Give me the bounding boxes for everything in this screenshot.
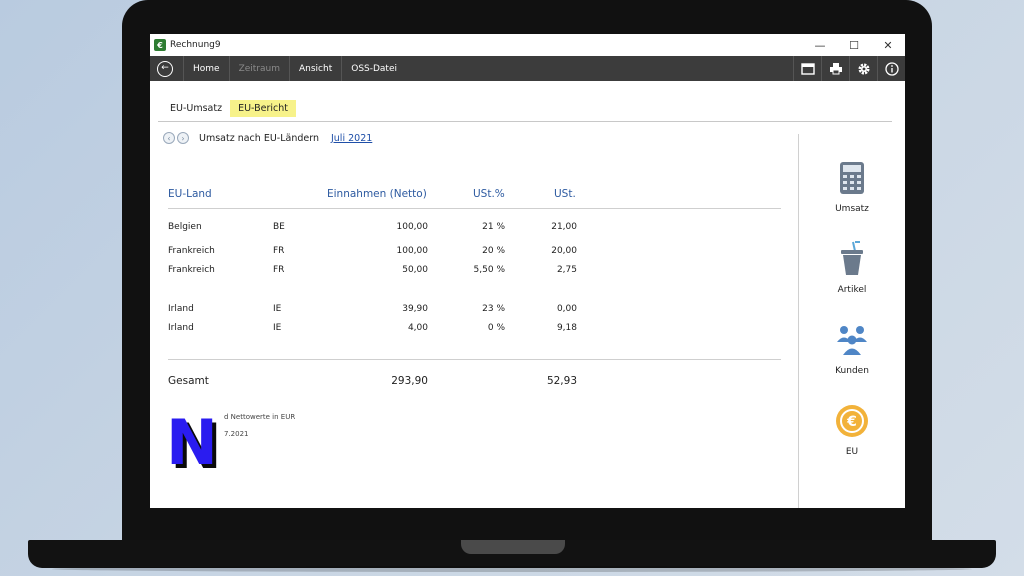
cell-land: Frankreich [168, 265, 215, 275]
sidebar-label-kunden: Kunden [835, 366, 869, 376]
cell-code: FR [273, 265, 285, 275]
cup-icon [832, 239, 872, 279]
print-icon[interactable] [821, 56, 849, 81]
note-currency: d Nettowerte in EUR [224, 413, 296, 421]
info-icon[interactable] [877, 56, 905, 81]
laptop-shadow [52, 566, 972, 572]
cell-ust: 9,18 [556, 323, 577, 333]
eu-report-table: EU-Land Einnahmen (Netto) USt.% USt. Bel… [150, 34, 798, 508]
minimize-button[interactable]: — [803, 34, 837, 56]
cell-pct: 23 % [482, 304, 505, 314]
note-date: 7.2021 [224, 430, 249, 438]
sidebar-label-eu: EU [845, 447, 859, 457]
cell-ust: 0,00 [556, 304, 577, 314]
cell-code: BE [273, 222, 285, 232]
app-window: € Rechnung9 — ☐ ✕ ← Home Zeitraum Ansich… [150, 34, 905, 508]
maximize-button[interactable]: ☐ [837, 34, 871, 56]
close-button[interactable]: ✕ [871, 34, 905, 56]
cell-netto: 100,00 [396, 246, 429, 256]
cell-pct: 0 % [487, 323, 505, 333]
laptop-notch [461, 540, 565, 554]
header-divider [168, 208, 781, 209]
cell-land: Frankreich [168, 246, 215, 256]
col-header-pct: USt.% [473, 188, 505, 200]
total-divider [168, 359, 781, 360]
gear-icon[interactable] [849, 56, 877, 81]
cell-netto: 100,00 [396, 222, 429, 232]
overlay-n-logo: N [166, 406, 218, 479]
svg-text:€: € [846, 414, 857, 430]
sidebar-label-umsatz: Umsatz [835, 204, 869, 214]
sidebar-item-eu[interactable]: € EU [805, 401, 899, 457]
total-netto: 293,90 [391, 375, 428, 387]
cell-ust: 2,75 [556, 265, 577, 275]
sidebar-divider [798, 134, 799, 508]
calculator-icon [832, 158, 872, 198]
cell-land: Irland [168, 304, 194, 314]
cell-pct: 20 % [482, 246, 505, 256]
sidebar-item-artikel[interactable]: Artikel [805, 239, 899, 295]
sidebar-label-artikel: Artikel [837, 285, 867, 295]
cell-code: IE [273, 304, 282, 314]
cell-land: Irland [168, 323, 194, 333]
people-icon [832, 320, 872, 360]
col-header-ust: USt. [554, 188, 576, 200]
cell-code: FR [273, 246, 285, 256]
col-header-land: EU-Land [168, 188, 212, 200]
cell-pct: 21 % [482, 222, 505, 232]
cell-ust: 20,00 [551, 246, 577, 256]
cell-code: IE [273, 323, 282, 333]
cell-ust: 21,00 [551, 222, 577, 232]
total-label: Gesamt [168, 375, 209, 387]
sidebar-item-umsatz[interactable]: Umsatz [805, 158, 899, 214]
cell-land: Belgien [168, 222, 202, 232]
euro-coin-icon: € [832, 401, 872, 441]
total-ust: 52,93 [546, 375, 577, 387]
cell-netto: 39,90 [402, 304, 428, 314]
cell-netto: 50,00 [402, 265, 428, 275]
sidebar-item-kunden[interactable]: Kunden [805, 320, 899, 376]
col-header-netto: Einnahmen (Netto) [327, 188, 427, 200]
cell-netto: 4,00 [407, 323, 428, 333]
cell-pct: 5,50 % [473, 265, 505, 275]
